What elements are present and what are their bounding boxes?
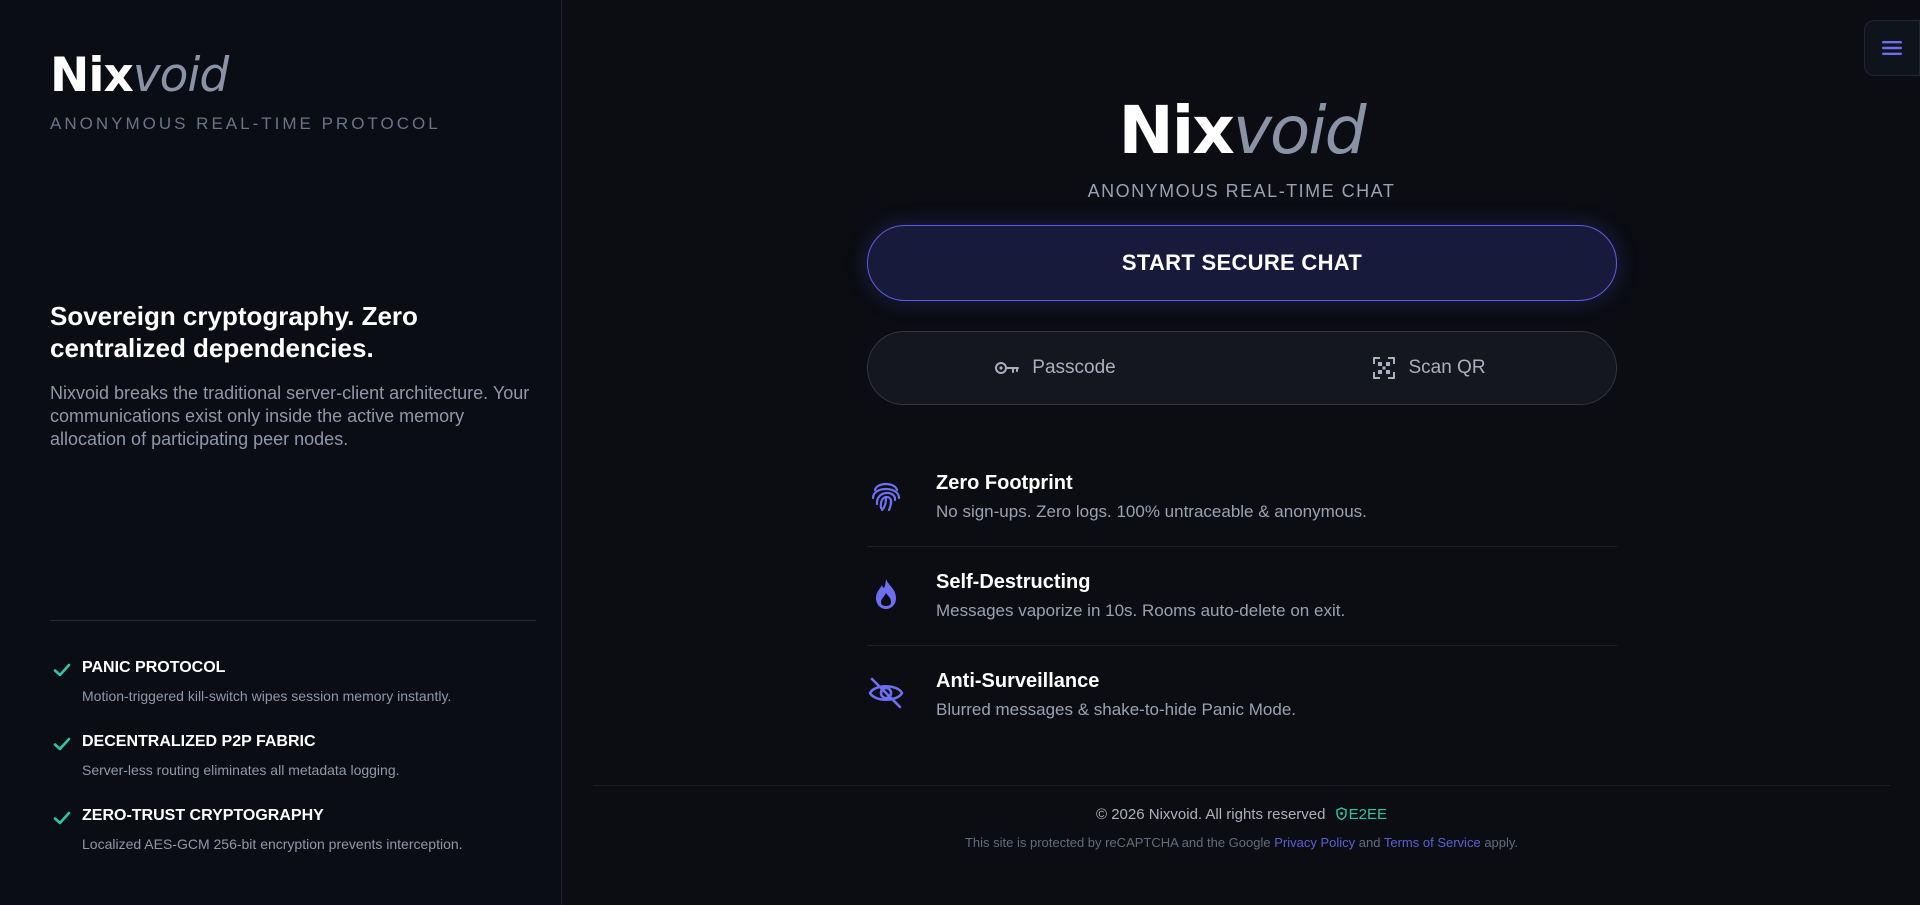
terms-of-service-link[interactable]: Terms of Service [1384,835,1481,850]
main-tagline: ANONYMOUS REAL-TIME CHAT [1087,181,1396,201]
footer-divider [593,785,1890,786]
feature-description: Server-less routing eliminates all metad… [82,762,400,778]
footer-copyright: © 2026 Nixvoid. All rights reserved E2EE [563,806,1920,823]
feature-description: Motion-triggered kill-switch wipes sessi… [82,688,452,704]
e2ee-label: E2EE [1348,806,1388,823]
footer-recaptcha: This site is protected by reCAPTCHA and … [563,835,1920,850]
check-icon [53,663,71,677]
feature-description: Blurred messages & shake-to-hide Panic M… [936,700,1297,719]
feature-list: Zero Footprint No sign-ups. Zero logs. 1… [867,448,1617,745]
feature-title: Zero Footprint [936,472,1073,494]
feature-title: Self-Destructing [936,571,1091,593]
start-secure-chat-button[interactable]: START SECURE CHAT [867,225,1617,301]
protocol-feature-list: PANIC PROTOCOL Motion-triggered kill-swi… [50,658,540,880]
passcode-label: Passcode [1032,357,1116,378]
apply-text: apply. [1484,835,1519,850]
key-icon [995,362,1020,374]
copyright-text: © 2026 Nixvoid. All rights reserved [1095,806,1326,823]
fingerprint-icon [871,482,901,512]
scan-qr-label: Scan QR [1408,357,1486,378]
e2ee-badge: E2EE [1335,806,1388,823]
recaptcha-text: This site is protected by reCAPTCHA and … [964,835,1271,850]
check-icon [53,737,71,751]
qr-scan-icon [1373,357,1396,379]
feature-title: Anti-Surveillance [936,670,1100,692]
main-panel: Nixvoid ANONYMOUS REAL-TIME CHAT START S… [563,0,1920,905]
sidebar-tagline: ANONYMOUS REAL-TIME PROTOCOL [50,114,441,133]
join-options: Passcode Scan QR [867,331,1617,405]
check-icon [53,811,71,825]
feature-self-destructing: Self-Destructing Messages vaporize in 10… [867,547,1617,646]
hero-title: Sovereign cryptography. Zero centralized… [50,301,418,363]
feature-title: ZERO-TRUST CRYPTOGRAPHY [82,807,324,824]
eye-off-icon [868,677,904,709]
feature-panic-protocol: PANIC PROTOCOL Motion-triggered kill-swi… [50,658,540,732]
feature-zero-footprint: Zero Footprint No sign-ups. Zero logs. 1… [867,448,1617,547]
sidebar-divider [50,620,536,621]
shield-icon [1335,807,1347,821]
feature-description: Localized AES-GCM 256-bit encryption pre… [82,836,463,852]
hero-description: Nixvoid breaks the traditional server-cl… [50,383,530,449]
privacy-policy-link[interactable]: Privacy Policy [1274,835,1355,850]
scan-qr-button[interactable]: Scan QR [1242,332,1616,404]
passcode-button[interactable]: Passcode [868,332,1242,404]
feature-description: No sign-ups. Zero logs. 100% untraceable… [936,502,1367,521]
feature-title: DECENTRALIZED P2P FABRIC [82,733,316,750]
main-logo: Nixvoid [1118,92,1366,169]
sidebar-logo: Nixvoid [50,48,229,103]
info-sidebar: Nixvoid ANONYMOUS REAL-TIME PROTOCOL Sov… [0,0,562,905]
menu-button[interactable] [1864,20,1920,76]
feature-anti-surveillance: Anti-Surveillance Blurred messages & sha… [867,646,1617,745]
hamburger-menu-icon [1882,41,1902,55]
feature-description: Messages vaporize in 10s. Rooms auto-del… [936,601,1346,620]
flame-icon [876,579,896,609]
feature-zero-trust: ZERO-TRUST CRYPTOGRAPHY Localized AES-GC… [50,806,540,880]
feature-p2p-fabric: DECENTRALIZED P2P FABRIC Server-less rou… [50,732,540,806]
and-text: and [1358,835,1381,850]
feature-title: PANIC PROTOCOL [82,659,226,676]
